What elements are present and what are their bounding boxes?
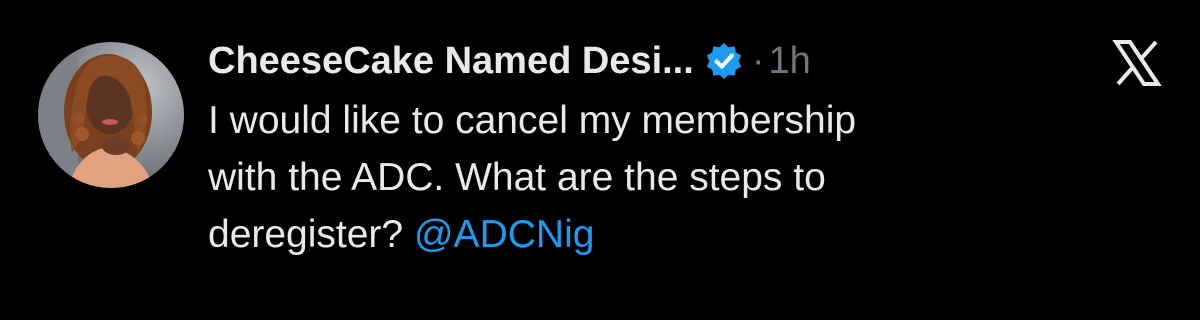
tweet-text-end: deregister? xyxy=(208,213,404,256)
tweet-text-line: with the ADC. What are the steps to xyxy=(208,156,826,199)
separator-dot: · xyxy=(751,39,765,82)
verified-badge-icon xyxy=(704,41,744,81)
avatar-image xyxy=(38,42,184,188)
display-name[interactable]: CheeseCake Named Desi... xyxy=(208,40,694,83)
x-close-icon[interactable] xyxy=(1110,36,1164,90)
avatar[interactable] xyxy=(38,42,184,188)
tweet-text-line-last: deregister? @ADCNig xyxy=(208,206,1108,263)
tweet-header: CheeseCake Named Desi... · 1h xyxy=(208,34,811,88)
timestamp[interactable]: 1h xyxy=(768,40,810,83)
tweet-text-line: I would like to cancel my membership xyxy=(208,99,857,142)
tweet-text: I would like to cancel my membership wit… xyxy=(208,92,1108,263)
mention-link[interactable]: @ADCNig xyxy=(414,213,594,256)
tweet-card: CheeseCake Named Desi... · 1h I would li… xyxy=(0,0,1200,320)
